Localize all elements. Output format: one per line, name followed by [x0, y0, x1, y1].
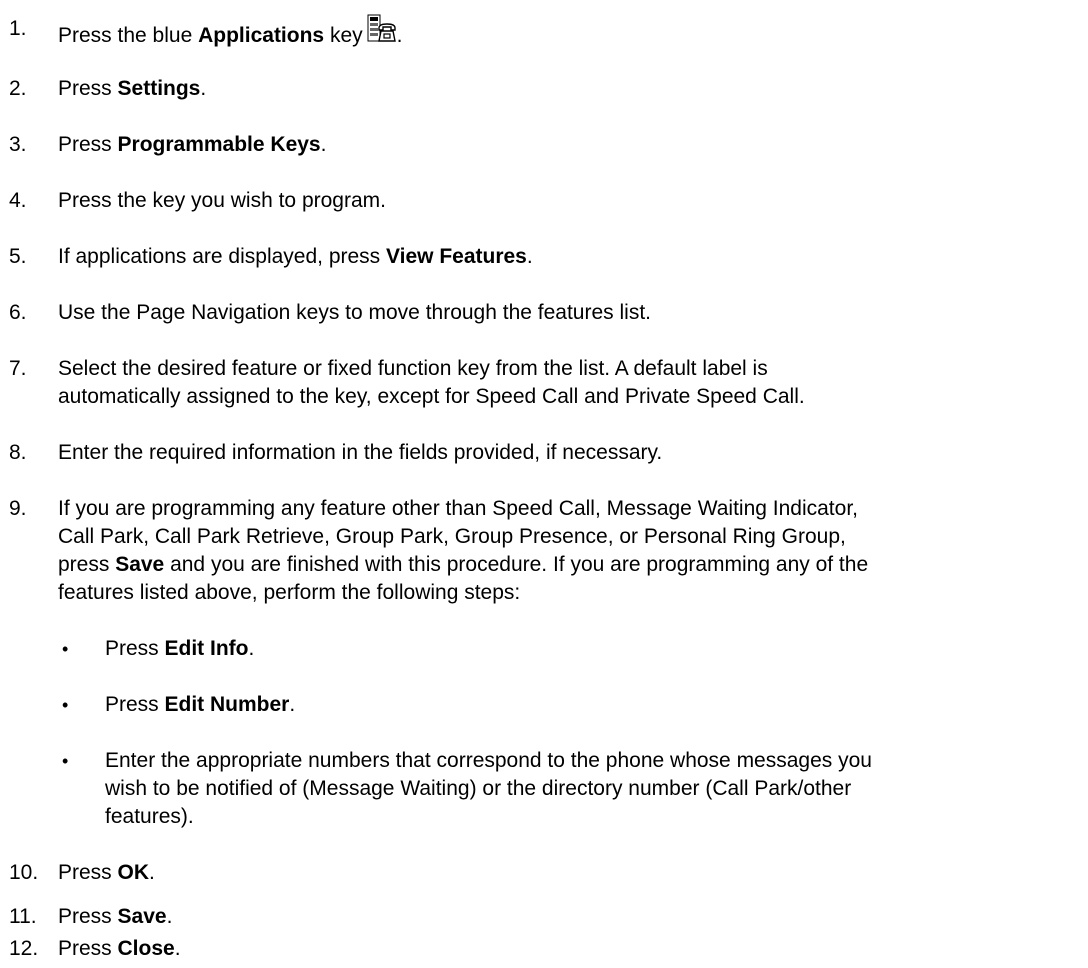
step-number: 7. — [9, 357, 27, 380]
step-text: Press Close. — [58, 934, 1082, 964]
step-text-after: . — [166, 905, 173, 928]
bullet-text-before: Press — [105, 637, 165, 660]
step-text-after: . — [200, 77, 207, 100]
bullet-text-after: . — [248, 637, 255, 660]
step-number: 9. — [9, 497, 27, 520]
step-number: 10. — [9, 861, 39, 884]
bullet-symbol: • — [62, 639, 69, 659]
step-text-bold: Save — [117, 905, 167, 928]
step-text: If applications are displayed, press Vie… — [58, 242, 1082, 272]
step-text-before: If applications are displayed, press — [58, 245, 387, 268]
step-text-after: and you are finished with this procedure… — [164, 553, 869, 576]
step-text-before: Press the blue — [58, 24, 199, 47]
bullet-text-bold: Edit Number — [164, 693, 290, 716]
step-text-bold: OK — [117, 861, 150, 884]
step-text-line-2: automatically assigned to the key, excep… — [58, 385, 805, 408]
step-number: 12. — [9, 937, 39, 960]
bullet-text-line-3: features). — [105, 805, 194, 828]
step-text-line-3: press Save and you are finished with thi… — [58, 550, 1082, 580]
step-text: Press Settings. — [58, 74, 1082, 104]
step-text-before: Press — [58, 133, 118, 156]
step-number: 1. — [9, 17, 27, 40]
step-text: Press OK. — [58, 858, 1082, 888]
step-text-bold: Settings — [117, 77, 201, 100]
step-number: 5. — [9, 245, 27, 268]
bullet-text-after: . — [289, 693, 296, 716]
step-number: 8. — [9, 441, 27, 464]
step-text: Press Save. — [58, 902, 1082, 932]
bullet-text-line-2: wish to be notified of (Message Waiting)… — [105, 777, 852, 800]
step-text-line-1: If you are programming any feature other… — [58, 497, 858, 520]
applications-key-icon — [367, 14, 396, 42]
step-text-end: . — [396, 24, 403, 47]
step-text-before: Press — [58, 937, 118, 960]
step-text-bold: View Features — [386, 245, 527, 268]
step-text-line-4: features listed above, perform the follo… — [58, 581, 521, 604]
step-number: 2. — [9, 77, 27, 100]
step-text-before: Press — [58, 861, 118, 884]
step-text-line-1: Select the desired feature or fixed func… — [58, 357, 768, 380]
bullet-text-bold: Edit Info — [164, 637, 249, 660]
step-number: 3. — [9, 133, 27, 156]
document-page: 1. Press the blue Applications key . 2. … — [0, 0, 1088, 968]
step-text-after: . — [174, 937, 181, 960]
step-number: 6. — [9, 301, 27, 324]
step-text-bold: Save — [115, 553, 165, 576]
step-text-after: . — [320, 133, 327, 156]
bullet-symbol: • — [62, 695, 69, 715]
step-text: Press the key you wish to program. — [58, 189, 386, 212]
step-text-after: key — [324, 24, 363, 47]
bullet-text: Press Edit Number. — [105, 690, 1082, 720]
step-text-before: Press — [58, 77, 118, 100]
step-text-bold: Applications — [198, 24, 325, 47]
step-text: Enter the required information in the fi… — [58, 441, 663, 464]
step-text: Use the Page Navigation keys to move thr… — [58, 301, 651, 324]
step-number: 11. — [9, 905, 37, 928]
step-text: Press the blue Applications key . — [58, 14, 1082, 51]
step-text-before: Press — [58, 905, 118, 928]
step-text-line-2: Call Park, Call Park Retrieve, Group Par… — [58, 525, 846, 548]
step-text-before: press — [58, 553, 116, 576]
bullet-symbol: • — [62, 751, 69, 771]
bullet-text-line-1: Enter the appropriate numbers that corre… — [105, 749, 872, 772]
bullet-text-before: Press — [105, 693, 165, 716]
step-text-after: . — [526, 245, 533, 268]
bullet-text: Press Edit Info. — [105, 634, 1082, 664]
step-text-bold: Programmable Keys — [117, 133, 321, 156]
step-text-after: . — [149, 861, 155, 884]
step-text: Press Programmable Keys. — [58, 130, 1082, 160]
step-number: 4. — [9, 189, 27, 212]
step-text-bold: Close — [117, 937, 175, 960]
